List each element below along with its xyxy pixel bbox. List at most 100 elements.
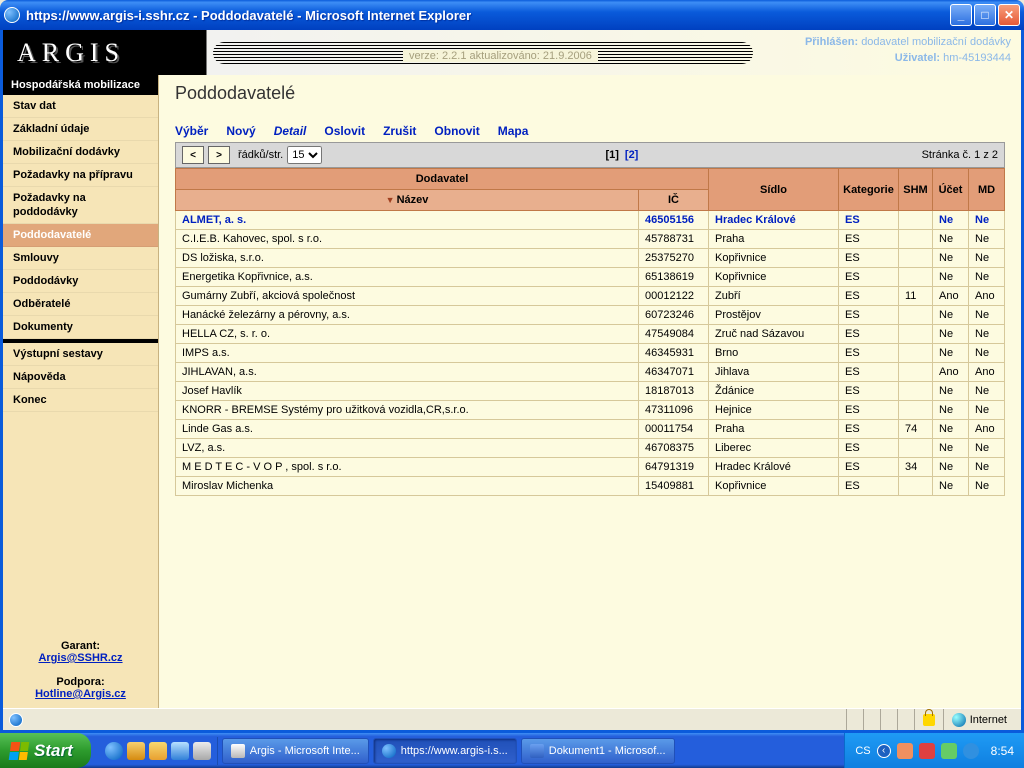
maximize-button[interactable]: □ (974, 4, 996, 26)
sidebar-item[interactable]: Poddodávky (3, 270, 158, 293)
cell-shm (899, 344, 933, 363)
table-row[interactable]: Energetika Kopřivnice, a.s.65138619Kopři… (176, 268, 1005, 287)
col-sidlo[interactable]: Sídlo (709, 169, 839, 211)
app-version: verze: 2.2.1 aktualizováno: 21.9.2006 (403, 50, 598, 62)
table-row[interactable]: C.I.E.B. Kahovec, spol. s r.o.45788731Pr… (176, 230, 1005, 249)
cell-ucet: Ne (933, 344, 969, 363)
sidebar-section-title: Hospodářská mobilizace (3, 75, 158, 95)
cell-kat: ES (839, 268, 899, 287)
tray-icon-1[interactable] (897, 743, 913, 759)
language-indicator[interactable]: CS (855, 745, 870, 757)
ql-ie-icon[interactable] (105, 742, 123, 760)
start-button[interactable]: Start (0, 733, 91, 768)
cell-md: Ne (969, 211, 1005, 230)
close-button[interactable]: ✕ (998, 4, 1020, 26)
col-ucet[interactable]: Účet (933, 169, 969, 211)
window-title: https://www.argis-i.sshr.cz - Poddodavat… (26, 8, 950, 23)
table-row[interactable]: LVZ, a.s.46708375LiberecESNeNe (176, 439, 1005, 458)
cell-nazev: Hanácké železárny a pérovny, a.s. (176, 306, 639, 325)
sidebar-item[interactable]: Stav dat (3, 95, 158, 118)
cell-ucet: Ano (933, 363, 969, 382)
garant-link[interactable]: Argis@SSHR.cz (11, 652, 150, 664)
support-link[interactable]: Hotline@Argis.cz (11, 688, 150, 700)
taskbar-task-button[interactable]: Argis - Microsoft Inte... (222, 738, 369, 764)
taskbar-task-button[interactable]: Dokument1 - Microsof... (521, 738, 675, 764)
toolbar-link[interactable]: Zrušit (383, 124, 416, 138)
page-number-link[interactable]: [1] (605, 149, 618, 161)
cell-nazev: JIHLAVAN, a.s. (176, 363, 639, 382)
cell-ucet: Ne (933, 420, 969, 439)
cell-shm: 11 (899, 287, 933, 306)
table-row[interactable]: Miroslav Michenka15409881KopřivniceESNeN… (176, 477, 1005, 496)
sidebar-item[interactable]: Mobilizační dodávky (3, 141, 158, 164)
cell-sidlo: Liberec (709, 439, 839, 458)
tray-chevron-icon[interactable]: ‹ (877, 744, 891, 758)
taskbar-task-button[interactable]: https://www.argis-i.s... (373, 738, 517, 764)
table-row[interactable]: HELLA CZ, s. r. o.47549084Zruč nad Sázav… (176, 325, 1005, 344)
sidebar-item[interactable]: Základní údaje (3, 118, 158, 141)
table-row[interactable]: IMPS a.s.46345931BrnoESNeNe (176, 344, 1005, 363)
clock[interactable]: 8:54 (991, 744, 1014, 758)
table-row[interactable]: Linde Gas a.s.00011754PrahaES74NeAno (176, 420, 1005, 439)
cell-md: Ne (969, 477, 1005, 496)
col-kategorie[interactable]: Kategorie (839, 169, 899, 211)
sidebar-item[interactable]: Požadavky na poddodávky (3, 187, 158, 224)
table-row[interactable]: DS ložiska, s.r.o.25375270KopřivniceESNe… (176, 249, 1005, 268)
table-row[interactable]: JIHLAVAN, a.s.46347071JihlavaESAnoAno (176, 363, 1005, 382)
minimize-button[interactable]: _ (950, 4, 972, 26)
page-number-link[interactable]: [2] (625, 149, 638, 161)
toolbar-link[interactable]: Oslovit (324, 124, 365, 138)
col-dodavatel[interactable]: Dodavatel (176, 169, 709, 190)
ql-explorer-icon[interactable] (149, 742, 167, 760)
sidebar-item[interactable]: Dokumenty (3, 316, 158, 339)
tray-icon-2[interactable] (919, 743, 935, 759)
sidebar-item[interactable]: Poddodavatelé (3, 224, 158, 247)
cell-shm (899, 249, 933, 268)
table-row[interactable]: Hanácké železárny a pérovny, a.s.6072324… (176, 306, 1005, 325)
toolbar-link[interactable]: Mapa (498, 124, 529, 138)
col-md[interactable]: MD (969, 169, 1005, 211)
cell-nazev: DS ložiska, s.r.o. (176, 249, 639, 268)
col-nazev[interactable]: ▼Název (176, 190, 639, 211)
toolbar-link[interactable]: Detail (274, 124, 307, 138)
sidebar-item[interactable]: Požadavky na přípravu (3, 164, 158, 187)
sidebar-item[interactable]: Odběratelé (3, 293, 158, 316)
ql-desktop-icon[interactable] (193, 742, 211, 760)
cell-ic: 00012122 (639, 287, 709, 306)
page-prev-button[interactable]: < (182, 146, 204, 164)
cell-sidlo: Prostějov (709, 306, 839, 325)
tray-icon-4[interactable] (963, 743, 979, 759)
tray-icon-3[interactable] (941, 743, 957, 759)
header-user-block: Přihlášen: dodavatel mobilizační dodávky… (805, 34, 1011, 66)
cell-kat: ES (839, 287, 899, 306)
page-next-button[interactable]: > (208, 146, 230, 164)
page-links: [1] [2] (322, 149, 921, 161)
table-row[interactable]: M E D T E C - V O P , spol. s r.o.647913… (176, 458, 1005, 477)
toolbar-link[interactable]: Nový (226, 124, 255, 138)
toolbar-link[interactable]: Výběr (175, 124, 208, 138)
sidebar-item[interactable]: Konec (3, 389, 158, 412)
col-shm[interactable]: SHM (899, 169, 933, 211)
ql-mail-icon[interactable] (127, 742, 145, 760)
cell-shm (899, 268, 933, 287)
cell-ic: 00011754 (639, 420, 709, 439)
sidebar-item[interactable]: Výstupní sestavy (3, 343, 158, 366)
rows-per-page-select[interactable]: 15 (287, 146, 322, 164)
table-row[interactable]: ALMET, a. s.46505156Hradec KrálovéESNeNe (176, 211, 1005, 230)
cell-nazev: ALMET, a. s. (176, 211, 639, 230)
cell-md: Ano (969, 363, 1005, 382)
sidebar-item[interactable]: Smlouvy (3, 247, 158, 270)
cell-shm (899, 401, 933, 420)
cell-sidlo: Zruč nad Sázavou (709, 325, 839, 344)
table-row[interactable]: KNORR - BREMSE Systémy pro užitková vozi… (176, 401, 1005, 420)
col-ic[interactable]: IČ (639, 190, 709, 211)
cell-md: Ne (969, 439, 1005, 458)
table-row[interactable]: Gumárny Zubří, akciová společnost0001212… (176, 287, 1005, 306)
sidebar-item[interactable]: Nápověda (3, 366, 158, 389)
cell-ic: 64791319 (639, 458, 709, 477)
toolbar-link[interactable]: Obnovit (434, 124, 479, 138)
cell-ucet: Ne (933, 211, 969, 230)
table-row[interactable]: Josef Havlík18187013ŽdániceESNeNe (176, 382, 1005, 401)
ql-wmp-icon[interactable] (171, 742, 189, 760)
cell-ic: 47549084 (639, 325, 709, 344)
